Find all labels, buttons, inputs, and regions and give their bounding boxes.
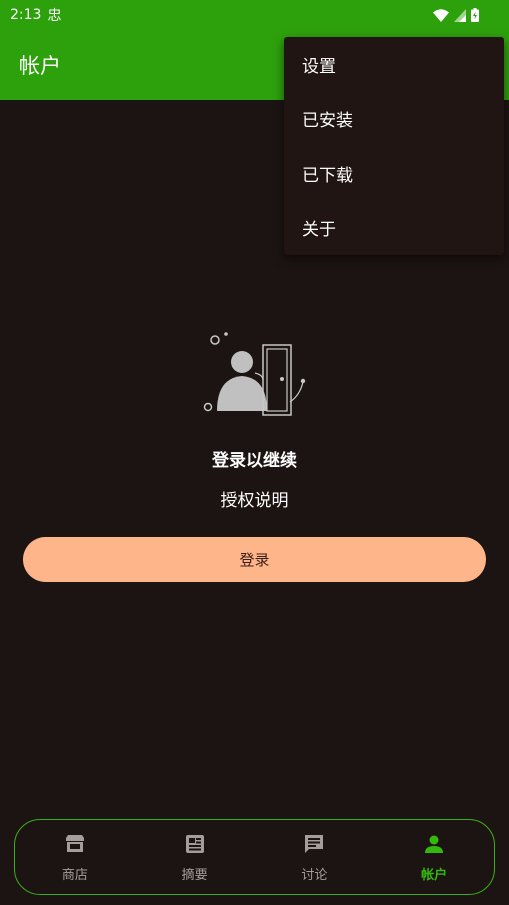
nav-item-account[interactable]: 帐户 [374, 820, 494, 894]
status-time: 2:13 [10, 7, 42, 23]
article-icon [185, 834, 204, 853]
notification-glyph: 忠 [47, 8, 62, 24]
nav-item-digest[interactable]: 摘要 [135, 820, 255, 894]
nav-label-store: 商店 [61, 867, 88, 883]
person-icon [425, 835, 444, 853]
status-bar: 2:13 忠 [0, 0, 509, 30]
store-icon [65, 834, 84, 852]
signal-icon [454, 8, 466, 22]
menu-item-settings[interactable]: 设置 [284, 37, 504, 92]
menu-item-about[interactable]: 关于 [284, 201, 504, 256]
menu-item-downloaded[interactable]: 已下载 [284, 146, 504, 201]
login-title: 登录以继续 [212, 451, 297, 471]
battery-icon [471, 8, 479, 22]
login-button[interactable]: 登录 [23, 537, 486, 582]
wifi-icon [433, 8, 449, 22]
login-illustration-icon [203, 332, 306, 416]
nav-label-account: 帐户 [421, 867, 448, 883]
nav-label-discussion: 讨论 [301, 867, 328, 883]
chat-icon [305, 834, 324, 853]
page-title: 帐户 [19, 54, 61, 78]
login-description: 授权说明 [220, 491, 289, 511]
status-right [433, 8, 479, 22]
menu-item-installed[interactable]: 已安装 [284, 92, 504, 147]
nav-item-discussion[interactable]: 讨论 [255, 820, 375, 894]
status-left: 2:13 忠 [10, 5, 61, 25]
nav-label-digest: 摘要 [181, 867, 208, 883]
bottom-nav: 商店 摘要 讨论 帐户 [14, 819, 495, 895]
nav-item-store[interactable]: 商店 [15, 820, 135, 894]
overflow-menu: 设置 已安装 已下载 关于 [284, 37, 504, 255]
